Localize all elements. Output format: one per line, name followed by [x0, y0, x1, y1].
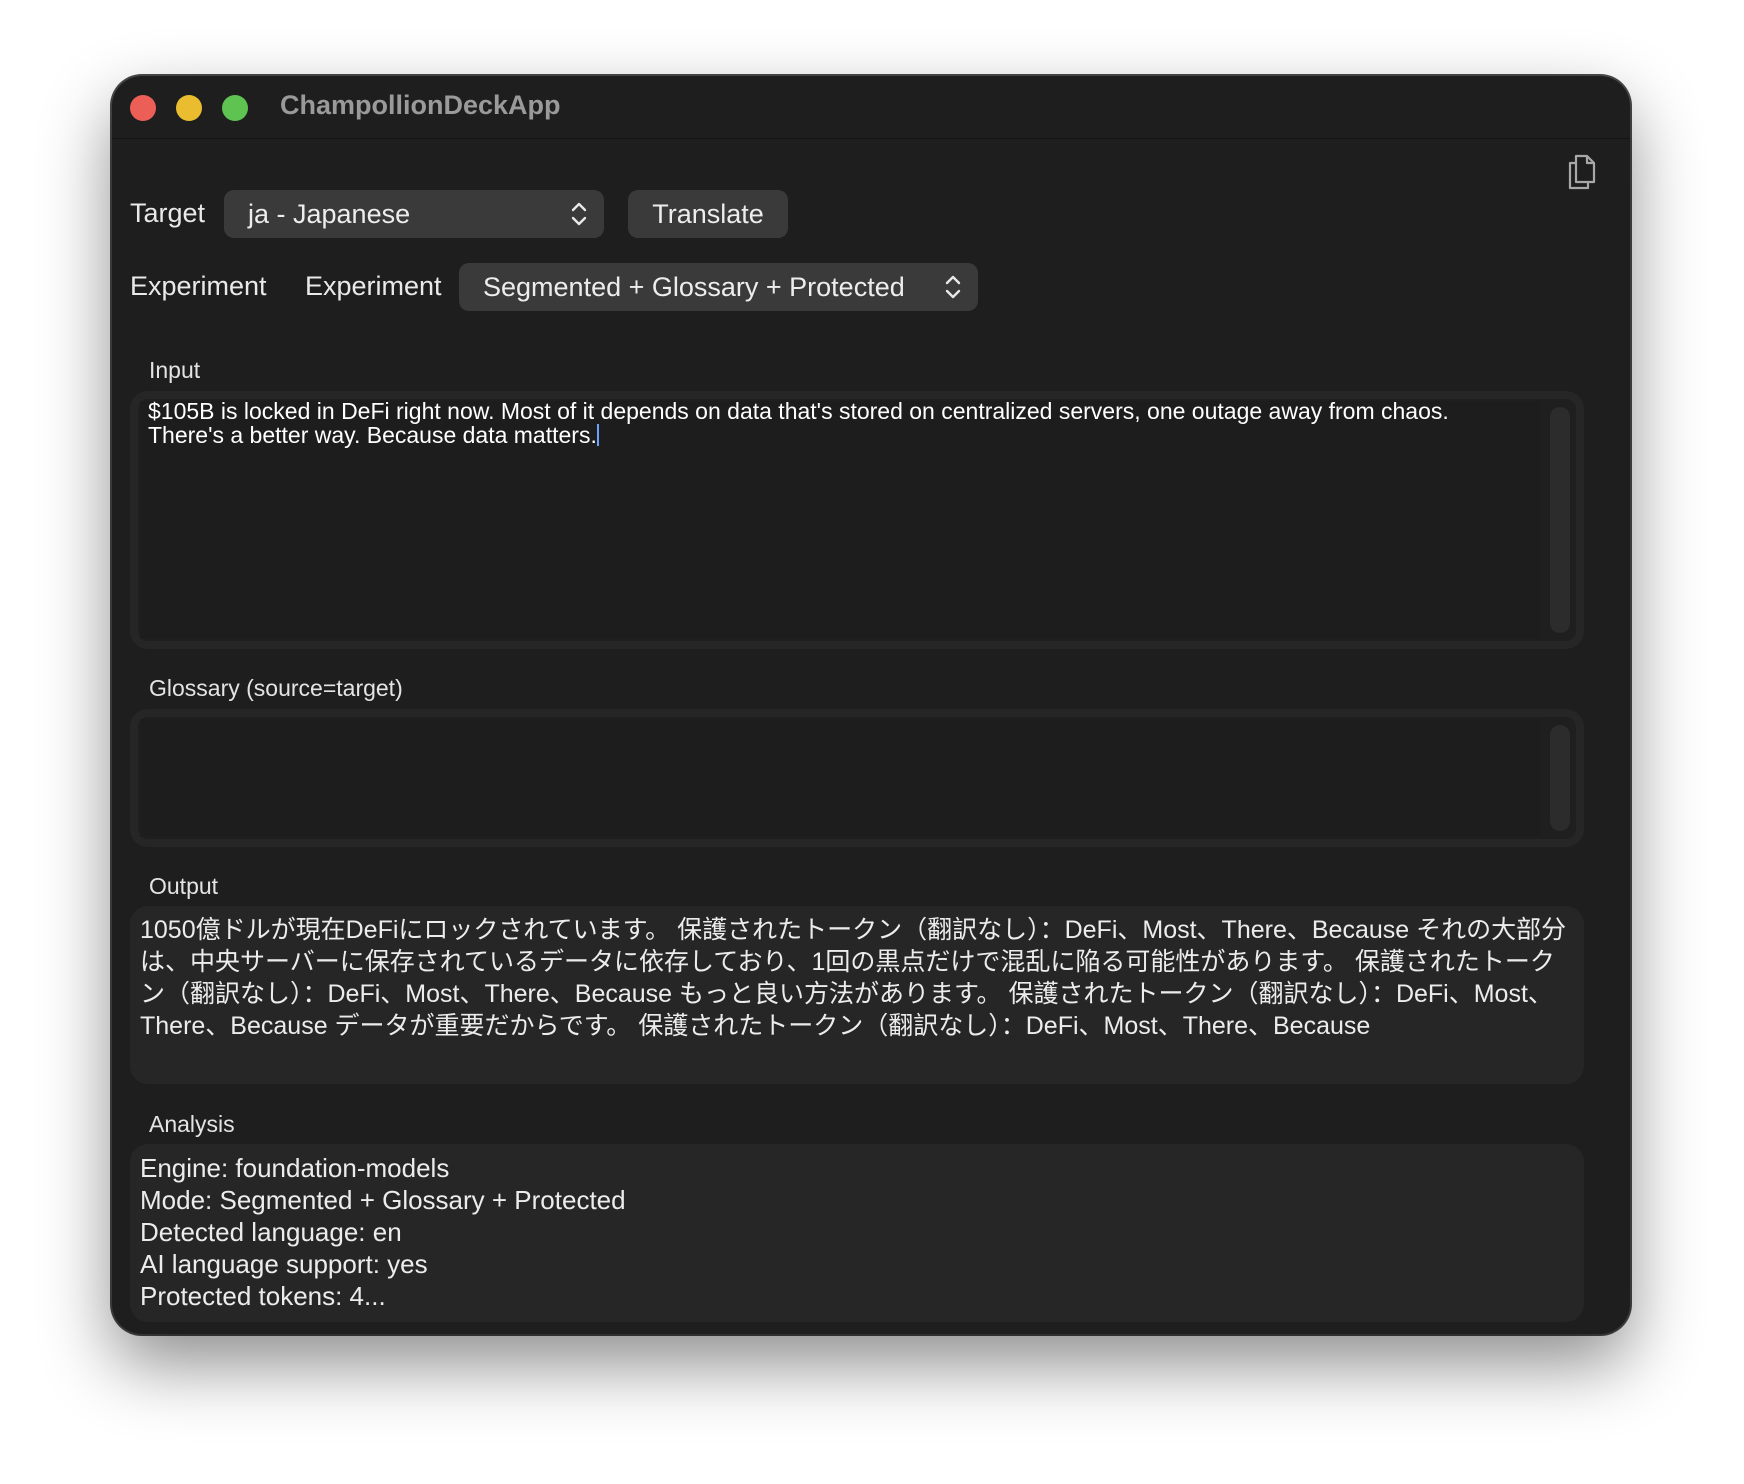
copy-icon: [1568, 154, 1596, 190]
output-box: 1050億ドルが現在DeFiにロックされています。 保護されたトークン（翻訳なし…: [130, 906, 1584, 1084]
analysis-lines: Engine: foundation-models Mode: Segmente…: [140, 1152, 626, 1312]
glossary-text-area[interactable]: [130, 709, 1584, 847]
up-down-chevron-icon: [571, 202, 587, 226]
title-bar: ChampollionDeckApp: [112, 76, 1630, 139]
glossary-label: Glossary (source=target): [149, 675, 403, 701]
analysis-line-engine: Engine: foundation-models: [140, 1153, 450, 1183]
experiment-value: Segmented + Glossary + Protected: [483, 272, 905, 302]
output-text: 1050億ドルが現在DeFiにロックされています。 保護されたトークン（翻訳なし…: [140, 916, 1567, 1040]
analysis-line-ai-support: AI language support: yes: [140, 1249, 428, 1279]
close-window-button[interactable]: [130, 95, 156, 121]
up-down-chevron-icon: [945, 275, 961, 299]
minimize-window-button[interactable]: [176, 95, 202, 121]
output-label: Output: [149, 873, 219, 899]
target-language-value: ja - Japanese: [248, 199, 411, 229]
window-title: ChampollionDeckApp: [280, 90, 561, 120]
analysis-label: Analysis: [149, 1111, 235, 1137]
input-scrollbar[interactable]: [1550, 407, 1570, 633]
target-language-picker[interactable]: ja - Japanese: [224, 190, 604, 238]
app-window: ChampollionDeckApp Target ja - Japanese …: [112, 76, 1630, 1334]
target-label: Target: [130, 198, 206, 228]
input-text: $105B is locked in DeFi right now. Most …: [148, 398, 1449, 448]
analysis-line-protected-tokens: Protected tokens: 4...: [140, 1281, 386, 1311]
translate-button[interactable]: Translate: [628, 190, 788, 238]
analysis-box: Engine: foundation-models Mode: Segmente…: [130, 1144, 1584, 1322]
analysis-line-mode: Mode: Segmented + Glossary + Protected: [140, 1185, 626, 1215]
copy-button[interactable]: [1566, 153, 1598, 191]
experiment-picker-label: Experiment: [305, 271, 442, 301]
glossary-scrollbar[interactable]: [1550, 725, 1570, 831]
input-label: Input: [149, 357, 201, 383]
experiment-label: Experiment: [130, 271, 267, 301]
analysis-line-language: Detected language: en: [140, 1217, 402, 1247]
experiment-picker[interactable]: Segmented + Glossary + Protected: [459, 263, 978, 311]
zoom-window-button[interactable]: [222, 95, 248, 121]
text-cursor: [596, 424, 599, 446]
input-text-area[interactable]: $105B is locked in DeFi right now. Most …: [130, 391, 1584, 649]
